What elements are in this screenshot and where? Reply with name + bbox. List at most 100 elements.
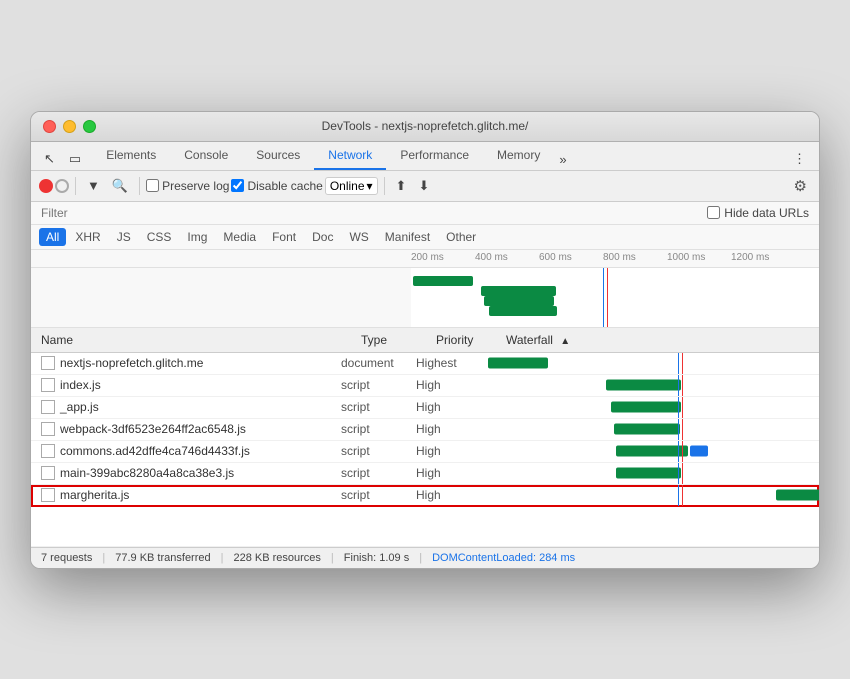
- finish-time: Finish: 1.09 s: [344, 552, 409, 564]
- hide-data-urls-label[interactable]: Hide data URLs: [707, 206, 809, 220]
- overview-bar-3: [484, 296, 554, 306]
- tick-600ms: 600 ms: [539, 252, 572, 263]
- table-row[interactable]: main-399abc8280a4a8ca38e3.js script High: [31, 463, 819, 485]
- waterfall-bar: [776, 490, 819, 501]
- table-body: nextjs-noprefetch.glitch.me document Hig…: [31, 353, 819, 547]
- tab-elements[interactable]: Elements: [92, 142, 170, 170]
- titlebar: DevTools - nextjs-noprefetch.glitch.me/: [31, 112, 819, 142]
- type-filter-js[interactable]: JS: [110, 228, 138, 246]
- throttle-select[interactable]: Online ▾: [325, 177, 378, 195]
- table-row[interactable]: nextjs-noprefetch.glitch.me document Hig…: [31, 353, 819, 375]
- type-filter-other[interactable]: Other: [439, 228, 483, 246]
- row-name: main-399abc8280a4a8ca38e3.js: [31, 466, 341, 480]
- wf-blue-marker: [678, 397, 679, 418]
- settings-icon[interactable]: ⚙: [790, 175, 811, 197]
- type-filter-xhr[interactable]: XHR: [68, 228, 107, 246]
- hide-data-urls-checkbox[interactable]: [707, 206, 720, 219]
- close-button[interactable]: [43, 120, 56, 133]
- upload-icon[interactable]: ⬆: [391, 175, 412, 197]
- table-row[interactable]: commons.ad42dffe4ca746d4433f.js script H…: [31, 441, 819, 463]
- row-type: document: [341, 356, 416, 370]
- red-line: [607, 268, 608, 327]
- row-priority: High: [416, 444, 486, 458]
- record-button[interactable]: [39, 179, 53, 193]
- tick-400ms: 400 ms: [475, 252, 508, 263]
- row-waterfall: [486, 441, 819, 462]
- device-icon[interactable]: ▭: [64, 148, 86, 170]
- row-waterfall: [486, 463, 819, 484]
- tab-sources[interactable]: Sources: [242, 142, 314, 170]
- disable-cache-checkbox-label[interactable]: Disable cache: [231, 179, 322, 193]
- type-filter-css[interactable]: CSS: [140, 228, 179, 246]
- row-type: script: [341, 488, 416, 502]
- wf-red-marker: [682, 419, 683, 440]
- table-row[interactable]: webpack-3df6523e264ff2ac6548.js script H…: [31, 419, 819, 441]
- col-header-name[interactable]: Name: [31, 333, 361, 347]
- col-header-priority[interactable]: Priority: [436, 333, 506, 347]
- filter-input[interactable]: [41, 206, 699, 220]
- stop-button[interactable]: [55, 179, 69, 193]
- type-filter-doc[interactable]: Doc: [305, 228, 340, 246]
- wf-blue-marker: [678, 463, 679, 484]
- wf-blue-marker: [678, 419, 679, 440]
- table-row[interactable]: index.js script High: [31, 375, 819, 397]
- wf-red-marker: [682, 397, 683, 418]
- table-row[interactable]: _app.js script High: [31, 397, 819, 419]
- waterfall-overview: [31, 268, 819, 328]
- type-filter-manifest[interactable]: Manifest: [378, 228, 437, 246]
- search-icon[interactable]: 🔍: [107, 175, 133, 197]
- type-filter-img[interactable]: Img: [180, 228, 214, 246]
- table-row-highlighted[interactable]: margherita.js script High: [31, 485, 819, 507]
- row-priority: High: [416, 466, 486, 480]
- preserve-log-checkbox[interactable]: [146, 179, 159, 192]
- waterfall-bar: [606, 380, 681, 391]
- dom-content-loaded: DOMContentLoaded: 284 ms: [432, 552, 575, 564]
- waterfall-bar: [611, 402, 681, 413]
- row-priority: High: [416, 400, 486, 414]
- file-icon: [41, 400, 55, 414]
- type-filter-bar: All XHR JS CSS Img Media Font Doc WS Man…: [31, 225, 819, 250]
- col-header-waterfall[interactable]: Waterfall ▲: [506, 333, 819, 347]
- row-name: nextjs-noprefetch.glitch.me: [31, 356, 341, 370]
- minimize-button[interactable]: [63, 120, 76, 133]
- type-filter-all[interactable]: All: [39, 228, 66, 246]
- waterfall-bar: [616, 468, 681, 479]
- row-type: script: [341, 466, 416, 480]
- timeline-header: 200 ms 400 ms 600 ms 800 ms 1000 ms 1200…: [31, 250, 819, 268]
- download-icon[interactable]: ⬇: [413, 175, 434, 197]
- tab-performance[interactable]: Performance: [386, 142, 483, 170]
- tab-memory[interactable]: Memory: [483, 142, 554, 170]
- type-filter-ws[interactable]: WS: [342, 228, 375, 246]
- request-count: 7 requests: [41, 552, 92, 564]
- row-type: script: [341, 378, 416, 392]
- table-header: Name Type Priority Waterfall ▲: [31, 328, 819, 353]
- network-toolbar: ▼ 🔍 Preserve log Disable cache Online ▾ …: [31, 171, 819, 202]
- tab-network[interactable]: Network: [314, 142, 386, 170]
- chevron-down-icon: ▾: [367, 179, 373, 193]
- maximize-button[interactable]: [83, 120, 96, 133]
- more-tabs-icon[interactable]: »: [554, 149, 571, 170]
- tab-console[interactable]: Console: [170, 142, 242, 170]
- row-priority: Highest: [416, 356, 486, 370]
- cursor-icon[interactable]: ↖: [39, 148, 60, 170]
- tick-800ms: 800 ms: [603, 252, 636, 263]
- waterfall-bar: [488, 358, 548, 369]
- row-priority: High: [416, 378, 486, 392]
- filter-icon[interactable]: ▼: [82, 175, 105, 196]
- type-filter-media[interactable]: Media: [216, 228, 263, 246]
- col-header-type[interactable]: Type: [361, 333, 436, 347]
- file-icon: [41, 422, 55, 436]
- file-icon: [41, 488, 55, 502]
- type-filter-font[interactable]: Font: [265, 228, 303, 246]
- wf-red-marker: [682, 375, 683, 396]
- wf-blue-marker: [678, 441, 679, 462]
- preserve-log-checkbox-label[interactable]: Preserve log: [146, 179, 229, 193]
- row-priority: High: [416, 488, 486, 502]
- row-name: margherita.js: [31, 488, 341, 502]
- file-icon: [41, 378, 55, 392]
- overview-bar-2: [481, 286, 556, 296]
- waterfall-bar-2: [690, 446, 708, 457]
- window-title: DevTools - nextjs-noprefetch.glitch.me/: [322, 119, 529, 133]
- more-options-icon[interactable]: ⋮: [788, 148, 811, 170]
- disable-cache-checkbox[interactable]: [231, 179, 244, 192]
